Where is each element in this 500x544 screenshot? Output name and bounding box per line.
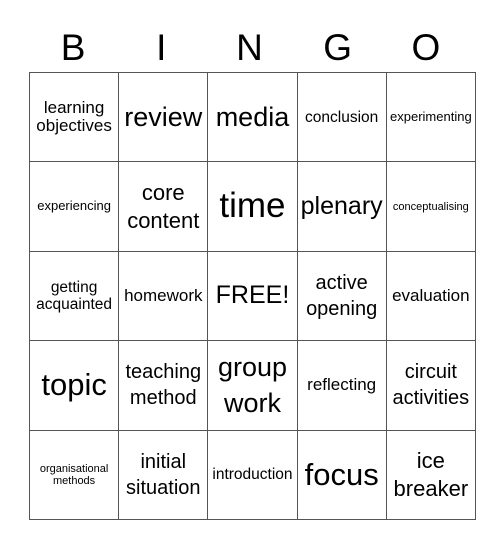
bingo-row: getting acquainted homework FREE! active… [28, 250, 476, 342]
bingo-cell[interactable]: evaluation [385, 250, 476, 342]
bingo-cell[interactable]: time [207, 161, 298, 252]
header-letter-b: B [60, 27, 86, 68]
bingo-cell[interactable]: experimenting [385, 71, 476, 163]
bingo-cell[interactable]: group work [207, 340, 298, 431]
header-letter-i: I [156, 27, 167, 68]
bingo-row: experiencing core content time plenary c… [28, 161, 476, 252]
bingo-cell[interactable]: experiencing [28, 161, 120, 252]
bingo-row: topic teaching method group work reflect… [28, 340, 476, 431]
header-letter-o: O [411, 27, 441, 68]
bingo-cell[interactable]: media [207, 71, 298, 163]
bingo-cell[interactable]: focus [296, 429, 387, 520]
bingo-cell[interactable]: getting acquainted [28, 250, 120, 342]
bingo-cell[interactable]: active opening [296, 250, 387, 342]
bingo-cell[interactable]: organisational methods [28, 429, 120, 520]
bingo-cell[interactable]: plenary [296, 161, 387, 252]
bingo-cell[interactable]: topic [28, 340, 120, 431]
bingo-cell[interactable]: learning objectives [28, 71, 120, 163]
bingo-row: learning objectives review media conclus… [28, 71, 476, 163]
bingo-cell[interactable]: ice breaker [385, 429, 476, 520]
bingo-cell[interactable]: homework [118, 250, 209, 342]
header-letter-g: G [323, 27, 353, 68]
bingo-cell[interactable]: review [118, 71, 209, 163]
bingo-cell[interactable]: introduction [207, 429, 298, 520]
bingo-cell[interactable]: reflecting [296, 340, 387, 431]
bingo-cell[interactable]: initial situation [118, 429, 209, 520]
bingo-cell[interactable]: conclusion [296, 71, 387, 163]
bingo-header: B I N G O [29, 26, 470, 70]
bingo-cell[interactable]: circuit activities [385, 340, 476, 431]
bingo-card-grid: learning objectives review media conclus… [28, 71, 476, 520]
bingo-row: organisational methods initial situation… [28, 429, 476, 520]
bingo-cell[interactable]: core content [118, 161, 209, 252]
bingo-cell[interactable]: conceptualising [385, 161, 476, 252]
header-letter-n: N [236, 27, 263, 68]
bingo-cell[interactable]: teaching method [118, 340, 209, 431]
free-space-cell[interactable]: FREE! [207, 250, 298, 342]
